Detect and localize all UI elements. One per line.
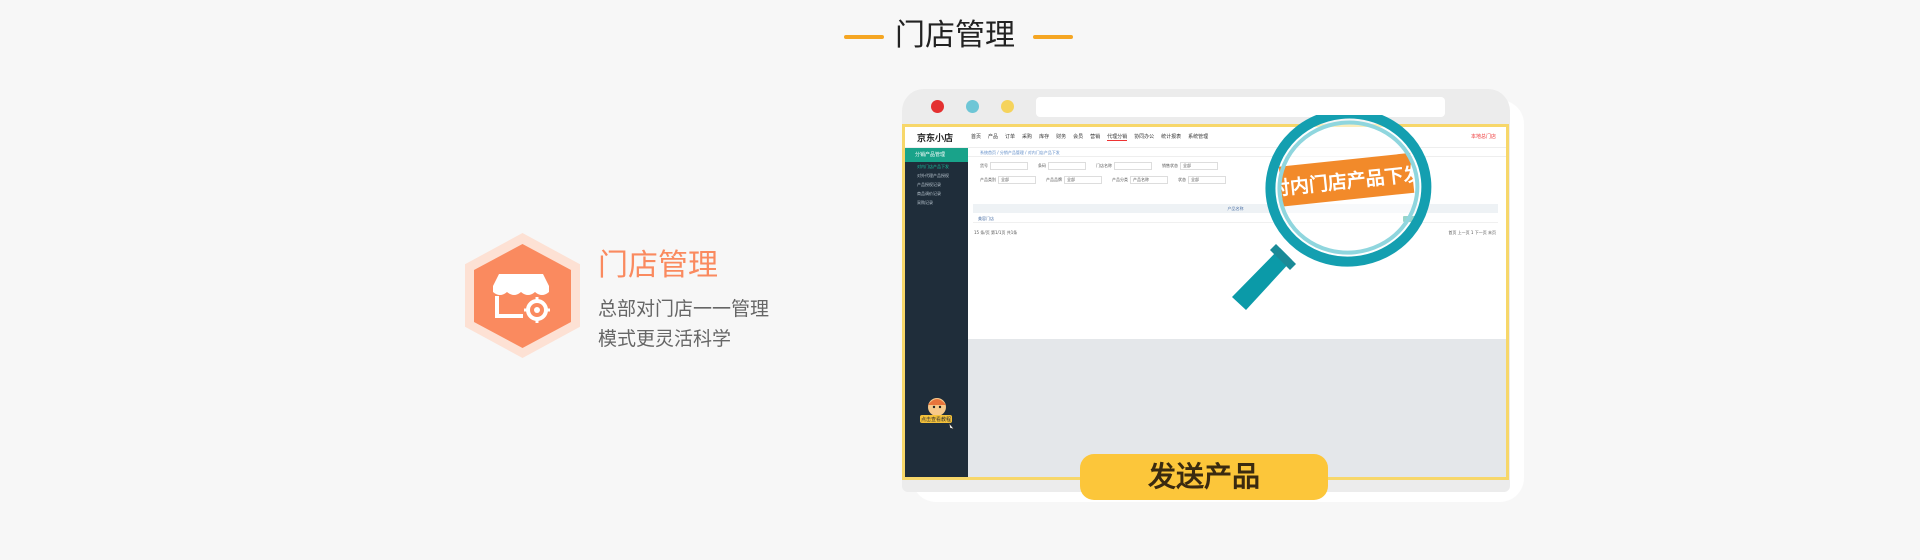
menu-item: 采购	[1022, 134, 1033, 140]
window-close-dot	[931, 100, 944, 113]
magnifier-icon: 对内门店产品下发	[1232, 115, 1432, 310]
section-header: 门店管理	[0, 14, 1920, 58]
app-menu: 首页 产品 订单 采购 库存 财务 会员 营销 代理分销 协同办公 统计报表 系…	[971, 133, 1208, 141]
filter-label: 产品分类	[1112, 177, 1128, 182]
filter-field: 产品品牌 全部	[1046, 176, 1102, 184]
mascot-label: 点击查看教程	[921, 416, 951, 423]
store-indicator: 本地总门店	[1470, 134, 1496, 140]
filter-input	[1048, 162, 1086, 170]
filter-label: 销售状态	[1162, 163, 1178, 168]
menu-item: 系统管理	[1188, 134, 1209, 140]
sidebar-item: 产品授权记录	[917, 182, 941, 187]
pagination-info: 15 条/页 第1/1页 共1条	[974, 230, 1018, 235]
window-maximize-dot	[1001, 100, 1014, 113]
filter-field: 产品类别 全部	[980, 176, 1036, 184]
app-logo: 京东小店	[917, 134, 954, 144]
feature-desc-line: 模式更灵活科学	[598, 328, 732, 350]
menu-item: 库存	[1039, 134, 1050, 140]
send-product-button[interactable]: 发送产品	[1080, 454, 1328, 500]
sidebar-item: 采购记录	[917, 200, 933, 205]
window-minimize-dot	[966, 100, 979, 113]
filter-label: 产品品牌	[1046, 177, 1062, 182]
filter-select: 全部	[1064, 176, 1102, 184]
filter-row: 产品类别 全部 产品品牌 全部 产品分类 产品名称 状态 全部	[980, 176, 1226, 184]
filter-label: 产品类别	[980, 177, 996, 182]
sidebar-item: 对内门店产品下发	[917, 164, 949, 169]
filter-field: 货号	[980, 162, 1028, 170]
menu-item: 产品	[988, 134, 999, 140]
feature-desc-line: 总部对门店一一管理	[598, 298, 770, 320]
menu-item: 会员	[1073, 134, 1084, 140]
filter-label: 条码	[1038, 163, 1046, 168]
filter-label: 门店名称	[1096, 163, 1112, 168]
pagination-controls: 首页 上一页 1 下一页 末页	[1448, 230, 1496, 235]
menu-item-active: 代理分销	[1107, 134, 1128, 141]
feature-title: 门店管理	[598, 248, 718, 283]
section-title: 门店管理	[895, 18, 1015, 53]
sidebar-item: 商品调价记录	[917, 191, 941, 196]
sidebar-header: 分销产品管理	[905, 148, 968, 162]
sidebar-item: 对外代理产品授权	[917, 173, 949, 178]
filter-field: 门店名称	[1096, 162, 1152, 170]
filter-select: 全部	[998, 176, 1036, 184]
menu-item: 统计报表	[1161, 134, 1182, 140]
filter-field: 销售状态 全部	[1162, 162, 1218, 170]
filter-input	[1114, 162, 1152, 170]
menu-item: 订单	[1005, 134, 1016, 140]
filter-select: 全部	[1180, 162, 1218, 170]
store-settings-icon	[493, 274, 550, 323]
filter-field: 产品分类 产品名称	[1112, 176, 1168, 184]
menu-item: 营销	[1090, 134, 1101, 140]
filter-row: 货号 条码 门店名称 销售状态 全部	[980, 162, 1218, 170]
title-decoration-left	[844, 35, 884, 39]
filter-input	[990, 162, 1028, 170]
menu-item: 首页	[971, 134, 982, 140]
address-bar	[1036, 97, 1445, 117]
feature-description: 总部对门店一一管理 模式更灵活科学	[598, 294, 769, 354]
filter-field: 条码	[1038, 162, 1086, 170]
filter-label: 货号	[980, 163, 988, 168]
tutorial-mascot-icon: 点击查看教程	[920, 398, 955, 430]
menu-item: 财务	[1056, 134, 1067, 140]
filter-input: 产品名称	[1130, 176, 1168, 184]
menu-item: 协同办公	[1134, 134, 1155, 140]
title-decoration-right	[1033, 35, 1073, 39]
filter-label: 状态	[1178, 177, 1186, 182]
